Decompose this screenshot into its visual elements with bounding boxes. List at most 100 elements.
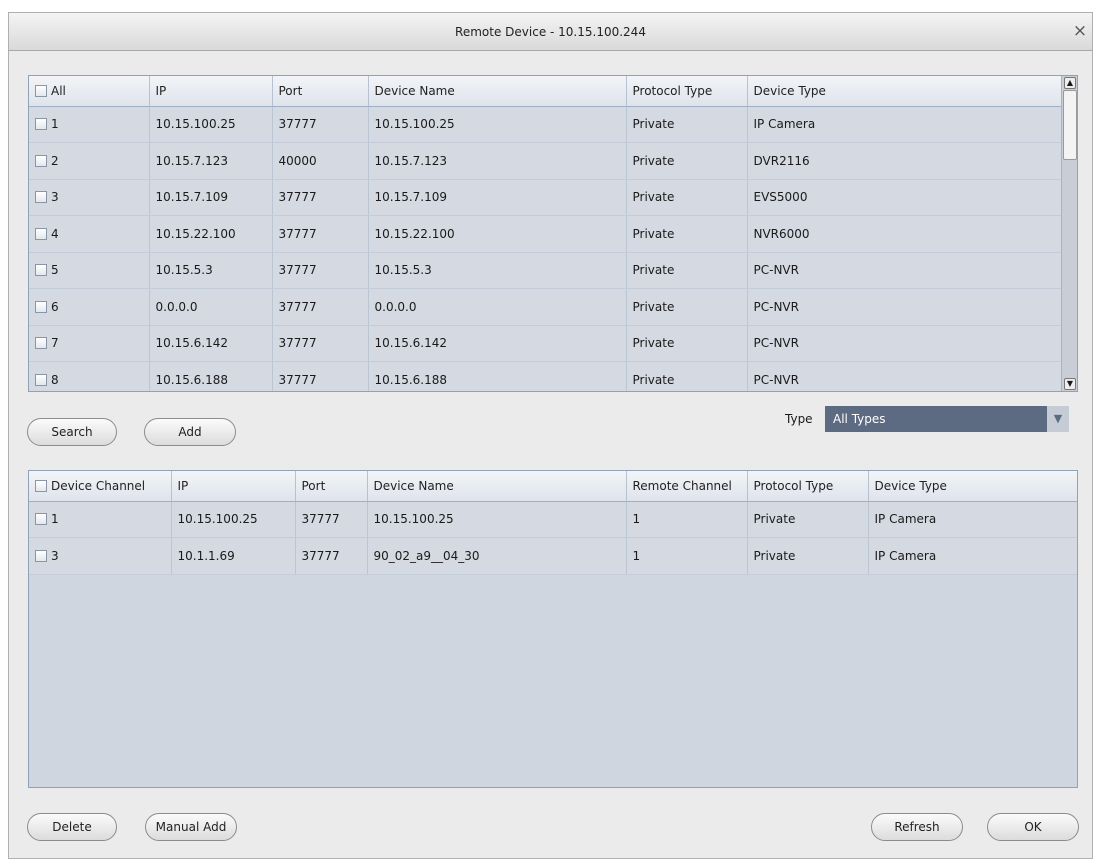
cell-text: NVR6000 <box>753 226 810 241</box>
table-cell: 10.15.100.25 <box>149 106 273 143</box>
cell-text: 10.15.6.142 <box>155 336 229 351</box>
row-checkbox[interactable] <box>35 373 47 386</box>
delete-button[interactable]: Delete <box>27 813 117 841</box>
cell-text: 1 <box>632 512 641 527</box>
cell-text: 4 <box>51 226 59 241</box>
column-header[interactable]: Protocol Type <box>747 471 869 502</box>
column-header[interactable]: Device Name <box>368 76 627 107</box>
cell-text: 6 <box>51 299 59 314</box>
table-cell: 5 <box>29 252 150 289</box>
column-header[interactable]: Port <box>295 471 368 502</box>
table-row[interactable]: 5 10.15.5.3 37777 10.15.5.3 Private PC-NVR <box>29 252 1064 289</box>
table-row[interactable]: 1 10.15.100.25 37777 10.15.100.25 1 Private IP… <box>29 501 1077 538</box>
vertical-scrollbar[interactable]: ▲ ▼ <box>1061 76 1077 391</box>
cell-text: 37777 <box>278 226 317 241</box>
row-checkbox[interactable] <box>35 513 47 526</box>
cell-text: 10.15.5.3 <box>155 263 213 278</box>
table-cell: IP Camera <box>747 106 1064 143</box>
close-icon[interactable]: × <box>1070 21 1090 41</box>
table-cell: 10.15.7.109 <box>368 179 627 216</box>
scroll-up-icon[interactable]: ▲ <box>1064 77 1076 89</box>
table-cell: 1 <box>626 537 748 575</box>
row-checkbox[interactable] <box>35 227 47 240</box>
cell-text: 37777 <box>301 512 340 527</box>
row-checkbox[interactable] <box>35 154 47 167</box>
column-header[interactable]: All <box>29 76 150 107</box>
cell-text: IP Camera <box>753 117 816 132</box>
column-header[interactable]: Remote Channel <box>626 471 748 502</box>
row-checkbox[interactable] <box>35 191 47 204</box>
table-cell: Private <box>626 215 748 253</box>
table-cell: IP Camera <box>868 501 1077 538</box>
table-row[interactable]: 3 10.15.7.109 37777 10.15.7.109 Private EVS50… <box>29 179 1064 216</box>
cell-text: Private <box>632 299 675 314</box>
cell-text: 10.15.100.25 <box>155 117 236 132</box>
table-cell: Private <box>626 325 748 362</box>
row-checkbox[interactable] <box>35 118 47 131</box>
cell-text: 10.15.100.25 <box>177 512 258 527</box>
cell-text: Private <box>632 336 675 351</box>
table-cell: 10.15.7.123 <box>368 142 627 180</box>
table-row[interactable]: 1 10.15.100.25 37777 10.15.100.25 Private IP … <box>29 106 1064 143</box>
table-cell: 10.15.6.188 <box>149 361 273 391</box>
type-filter-value: All Types <box>833 412 886 426</box>
table-row[interactable]: 6 0.0.0.0 37777 0.0.0.0 Private PC-NVR <box>29 288 1064 326</box>
table-row[interactable]: 8 10.15.6.188 37777 10.15.6.188 Private PC-NV… <box>29 361 1064 391</box>
row-checkbox[interactable] <box>35 264 47 277</box>
column-header-label: Port <box>301 478 326 493</box>
cell-text: Private <box>632 226 675 241</box>
select-all-checkbox[interactable] <box>35 84 47 97</box>
table-row[interactable]: 3 10.1.1.69 37777 90_02_a9__04_30 1 Private IP… <box>29 537 1077 575</box>
table-cell: Private <box>626 252 748 289</box>
column-header[interactable]: Device Channel <box>29 471 172 502</box>
table-cell: EVS5000 <box>747 179 1064 216</box>
search-button[interactable]: Search <box>27 418 117 446</box>
manual-add-button[interactable]: Manual Add <box>145 813 237 841</box>
table-cell: 8 <box>29 361 150 391</box>
table-row[interactable]: 2 10.15.7.123 40000 10.15.7.123 Private DVR21… <box>29 142 1064 180</box>
row-checkbox[interactable] <box>35 300 47 313</box>
table-cell: 10.15.6.142 <box>149 325 273 362</box>
table-cell: NVR6000 <box>747 215 1064 253</box>
table-cell: Private <box>626 106 748 143</box>
select-all-checkbox[interactable] <box>35 479 47 492</box>
column-header[interactable]: Device Type <box>868 471 1077 502</box>
column-header-label: Remote Channel <box>632 478 732 493</box>
column-header[interactable]: Device Name <box>367 471 627 502</box>
column-header[interactable]: Protocol Type <box>626 76 748 107</box>
table-cell: PC-NVR <box>747 361 1064 391</box>
cell-text: 10.15.22.100 <box>155 226 236 241</box>
scrollbar-thumb[interactable] <box>1063 90 1077 160</box>
column-header[interactable]: IP <box>149 76 273 107</box>
type-filter-select[interactable]: All Types ▼ <box>825 406 1069 432</box>
column-header-label: Device Name <box>374 83 455 98</box>
table-cell: 37777 <box>272 288 369 326</box>
cell-text: 40000 <box>278 153 317 168</box>
cell-text: 7 <box>51 336 59 351</box>
cell-text: 10.15.22.100 <box>374 226 455 241</box>
table-cell: 40000 <box>272 142 369 180</box>
cell-text: Private <box>632 117 675 132</box>
column-header[interactable]: IP <box>171 471 296 502</box>
cell-text: IP Camera <box>874 512 937 527</box>
table-cell: IP Camera <box>868 537 1077 575</box>
cell-text: 1 <box>51 512 59 527</box>
table-row[interactable]: 7 10.15.6.142 37777 10.15.6.142 Private PC-NV… <box>29 325 1064 362</box>
column-header[interactable]: Port <box>272 76 369 107</box>
row-checkbox[interactable] <box>35 337 47 350</box>
table-row[interactable]: 4 10.15.22.100 37777 10.15.22.100 Private NVR… <box>29 215 1064 253</box>
ok-button[interactable]: OK <box>987 813 1079 841</box>
column-header[interactable]: Device Type <box>747 76 1064 107</box>
dropdown-arrow-icon[interactable]: ▼ <box>1047 406 1069 432</box>
scroll-down-icon[interactable]: ▼ <box>1064 378 1076 390</box>
table-cell: 10.1.1.69 <box>171 537 296 575</box>
table-cell: 1 <box>29 501 172 538</box>
cell-text: 2 <box>51 153 59 168</box>
cell-text: 10.15.100.25 <box>374 117 455 132</box>
add-button[interactable]: Add <box>144 418 236 446</box>
refresh-button[interactable]: Refresh <box>871 813 963 841</box>
cell-text: 10.15.100.25 <box>373 512 454 527</box>
table-cell: 3 <box>29 537 172 575</box>
table-cell: 10.15.100.25 <box>171 501 296 538</box>
row-checkbox[interactable] <box>35 549 47 562</box>
